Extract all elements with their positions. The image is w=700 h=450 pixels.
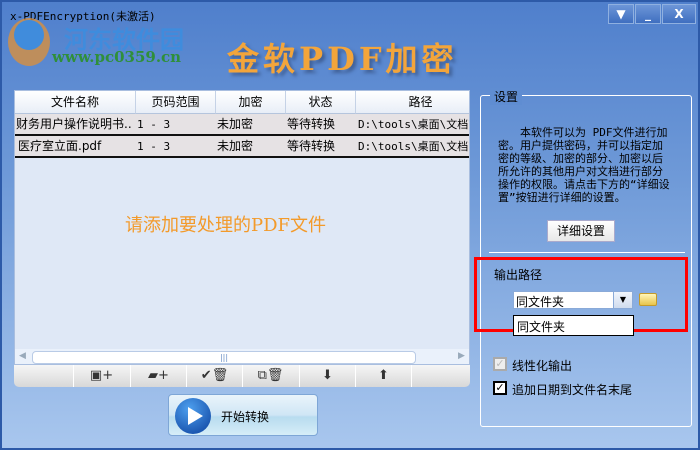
output-path-value: 同文件夹 xyxy=(516,295,565,309)
remove-checked-icon[interactable]: ✔🗑 xyxy=(186,365,242,387)
cell-pages: 1 - 3 xyxy=(137,140,171,153)
start-convert-label: 开始转换 xyxy=(221,410,270,424)
add-file-icon[interactable]: ▣+ xyxy=(73,365,129,387)
cell-status: 等待转换 xyxy=(287,139,336,153)
append-date-checkbox[interactable]: ✓ xyxy=(493,381,507,395)
settings-description: 本软件可以为 PDF文件进行加密。用户提供密码，并可以指定加密的等级、加密的部分… xyxy=(498,126,670,204)
output-path-select[interactable]: 同文件夹 ▼ xyxy=(513,291,633,309)
minimize-button[interactable]: _ xyxy=(635,4,661,24)
cell-filename: 财务用户操作说明书.. xyxy=(16,117,132,131)
cell-filename: 医疗室立面.pdf xyxy=(18,139,102,153)
append-date-label: 追加日期到文件名末尾 xyxy=(512,383,633,397)
play-icon xyxy=(175,398,211,434)
add-folder-icon[interactable]: ▰+ xyxy=(130,365,186,387)
detail-settings-button[interactable]: 详细设置 xyxy=(547,220,615,242)
horizontal-scrollbar[interactable]: ◀ ||| ▶ xyxy=(15,349,469,364)
table-row[interactable]: 医疗室立面.pdf 1 - 3 未加密 等待转换 D:\tools\桌面\文档\ xyxy=(15,136,470,158)
output-path-dropdown[interactable]: 同文件夹 xyxy=(513,315,634,336)
linearize-label: 线性化输出 xyxy=(512,359,573,373)
column-header-pages[interactable]: 页码范围 xyxy=(136,91,216,114)
cell-encrypt: 未加密 xyxy=(217,117,254,131)
app-title: 金软PDF加密 xyxy=(227,40,458,78)
cell-path: D:\tools\桌面\文档\ xyxy=(358,140,470,153)
column-header-path[interactable]: 路径 xyxy=(356,91,469,114)
cell-path: D:\tools\桌面\文档\ xyxy=(358,118,470,131)
file-table[interactable]: 文件名称 页码范围 加密 状态 路径 财务用户操作说明书.. 1 - 3 未加密… xyxy=(14,90,470,365)
settings-title: 设置 xyxy=(490,88,523,105)
watermark-url: www.pc0359.cn xyxy=(52,48,182,66)
toolbar-spacer xyxy=(411,365,467,387)
output-path-label: 输出路径 xyxy=(494,268,543,282)
cell-pages: 1 - 3 xyxy=(137,118,171,131)
scrollbar-thumb[interactable]: ||| xyxy=(32,351,416,364)
column-header-status[interactable]: 状态 xyxy=(286,91,356,114)
watermark-logo-icon xyxy=(8,18,50,66)
menu-button[interactable]: ▼ xyxy=(608,4,634,24)
empty-hint: 请添加要处理的PDF文件 xyxy=(125,215,327,236)
dropdown-option[interactable]: 同文件夹 xyxy=(517,318,565,335)
chevron-down-icon[interactable]: ▼ xyxy=(613,292,632,308)
move-up-icon[interactable]: ⬆ xyxy=(355,365,411,387)
close-button[interactable]: X xyxy=(662,4,696,24)
column-header-filename[interactable]: 文件名称 xyxy=(15,91,136,114)
browse-folder-icon[interactable] xyxy=(639,293,657,306)
table-row[interactable]: 财务用户操作说明书.. 1 - 3 未加密 等待转换 D:\tools\桌面\文… xyxy=(15,114,470,136)
column-header-encrypt[interactable]: 加密 xyxy=(216,91,286,114)
linearize-checkbox[interactable]: ✓ xyxy=(493,357,507,371)
move-down-icon[interactable]: ⬇ xyxy=(299,365,355,387)
start-convert-button[interactable]: 开始转换 xyxy=(168,394,318,436)
remove-all-icon[interactable]: ⧉🗑 xyxy=(242,365,298,387)
cell-status: 等待转换 xyxy=(287,117,336,131)
scroll-left-icon[interactable]: ◀ xyxy=(19,351,26,361)
file-toolbar: ▣+ ▰+ ✔🗑 ⧉🗑 ⬇ ⬆ xyxy=(14,365,470,387)
divider xyxy=(489,252,685,253)
cell-encrypt: 未加密 xyxy=(217,139,254,153)
scroll-right-icon[interactable]: ▶ xyxy=(458,351,465,361)
